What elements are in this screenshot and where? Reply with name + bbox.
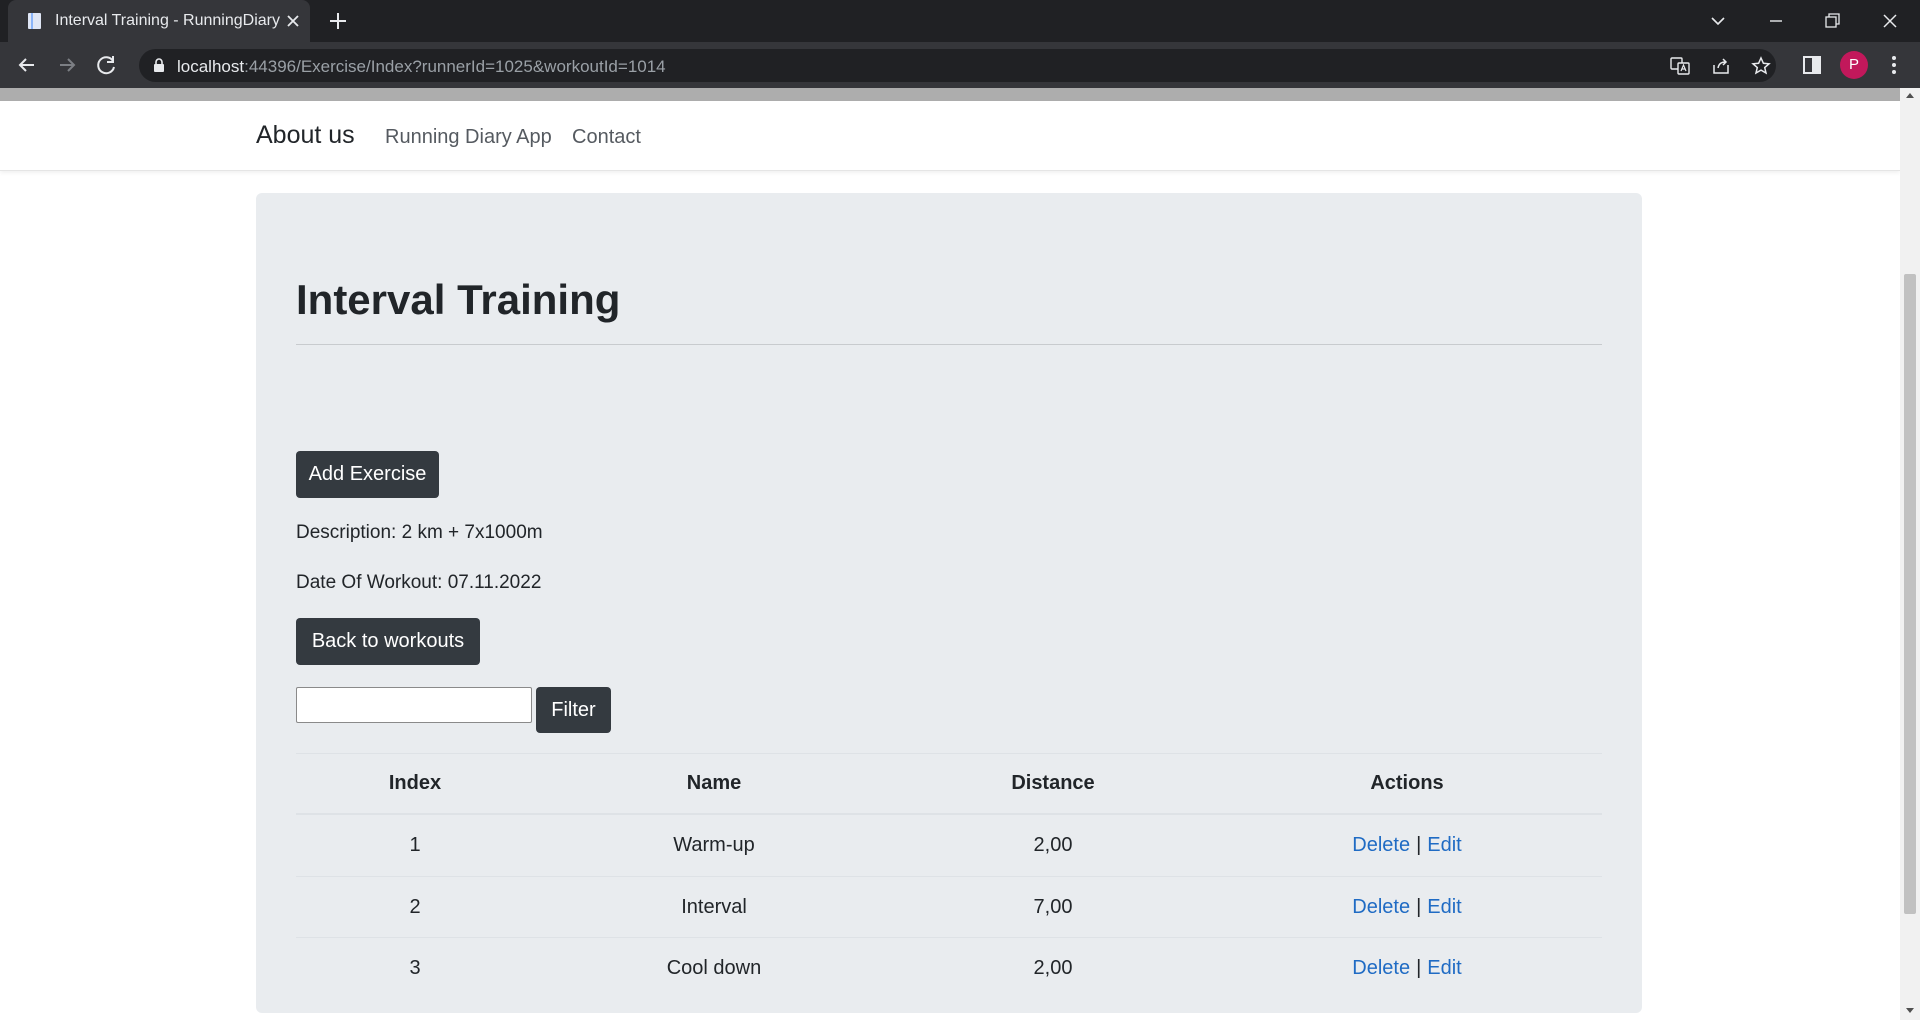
browser-toolbar: localhost:44396/Exercise/Index?runnerId=… (0, 42, 1920, 88)
side-panel-icon[interactable] (1800, 53, 1824, 77)
workout-description: Description: 2 km + 7x1000m (296, 522, 543, 543)
restore-icon[interactable] (1818, 7, 1846, 35)
browser-tab-strip: Interval Training - RunningDiary (0, 0, 1920, 42)
edit-link[interactable]: Edit (1427, 834, 1461, 857)
row-name: Cool down (666, 956, 762, 979)
back-to-workouts-button[interactable]: Back to workouts (296, 618, 480, 665)
header-name: Name (686, 772, 742, 794)
share-icon[interactable] (1710, 55, 1732, 77)
back-arrow-icon[interactable] (13, 51, 41, 79)
table-row: 3 Cool down 2,00 Delete | Edit (296, 937, 1602, 998)
add-exercise-button[interactable]: Add Exercise (296, 451, 439, 498)
scroll-down-icon[interactable] (1904, 1006, 1916, 1016)
chevron-down-icon[interactable] (1704, 7, 1732, 35)
table-row: 2 Interval 7,00 Delete | Edit (296, 876, 1602, 937)
page-viewport: About us Running Diary App Contact Inter… (0, 88, 1900, 1020)
exercises-table: Index Name Distance Actions 1 Warm-up 2,… (296, 753, 1602, 998)
action-separator: | (1416, 895, 1422, 918)
plus-icon[interactable] (327, 10, 349, 32)
scrollbar-thumb[interactable] (1904, 274, 1916, 914)
navbar-brand[interactable]: About us (256, 121, 355, 150)
top-strip (0, 88, 1900, 101)
workout-date: Date Of Workout: 07.11.2022 (296, 572, 542, 593)
header-distance: Distance (1011, 772, 1095, 794)
kebab-menu-icon[interactable] (1882, 53, 1906, 77)
row-distance: 2,00 (1033, 956, 1073, 979)
row-actions: Delete | Edit (1212, 877, 1602, 937)
minimize-icon[interactable] (1762, 7, 1790, 35)
row-distance: 7,00 (1033, 895, 1073, 918)
action-separator: | (1416, 956, 1422, 979)
lock-icon[interactable] (151, 57, 167, 74)
row-index: 3 (409, 956, 421, 979)
title-divider (296, 344, 1602, 345)
close-icon[interactable] (283, 11, 303, 31)
row-name: Interval (681, 895, 747, 918)
delete-link[interactable]: Delete (1352, 896, 1410, 919)
edit-link[interactable]: Edit (1427, 896, 1461, 919)
row-index: 1 (409, 834, 421, 856)
vertical-scrollbar[interactable] (1900, 88, 1920, 1020)
filter-input[interactable] (296, 687, 532, 723)
action-separator: | (1416, 834, 1422, 856)
tab-title: Interval Training - RunningDiary (55, 12, 280, 29)
url-text[interactable]: localhost:44396/Exercise/Index?runnerId=… (177, 57, 666, 77)
workout-panel: Interval Training Add Exercise Descripti… (256, 193, 1642, 1013)
profile-avatar[interactable]: P (1840, 51, 1868, 79)
page-title: Interval Training (296, 276, 621, 323)
filter-button[interactable]: Filter (536, 687, 611, 733)
row-index: 2 (409, 895, 421, 918)
reload-icon[interactable] (93, 51, 121, 79)
translate-icon[interactable] (1669, 55, 1691, 77)
table-header-row: Index Name Distance Actions (296, 753, 1602, 815)
row-distance: 2,00 (1033, 834, 1073, 856)
row-name: Warm-up (673, 834, 755, 856)
star-icon[interactable] (1750, 55, 1772, 77)
header-index: Index (388, 772, 442, 794)
edit-link[interactable]: Edit (1427, 957, 1461, 980)
delete-link[interactable]: Delete (1352, 834, 1410, 857)
site-navbar: About us Running Diary App Contact (0, 101, 1900, 171)
nav-link-contact[interactable]: Contact (572, 126, 641, 149)
browser-tab[interactable]: Interval Training - RunningDiary (8, 0, 310, 42)
nav-link-running-diary-app[interactable]: Running Diary App (385, 126, 552, 149)
forward-arrow-icon[interactable] (53, 51, 81, 79)
header-actions: Actions (1370, 772, 1444, 794)
table-row: 1 Warm-up 2,00 Delete | Edit (296, 815, 1602, 876)
close-icon[interactable] (1876, 7, 1904, 35)
row-actions: Delete | Edit (1212, 938, 1602, 998)
row-actions: Delete | Edit (1212, 815, 1602, 876)
delete-link[interactable]: Delete (1352, 957, 1410, 980)
scroll-up-icon[interactable] (1904, 90, 1916, 100)
address-bar[interactable]: localhost:44396/Exercise/Index?runnerId=… (139, 49, 1776, 82)
page-favicon-icon (28, 13, 41, 29)
